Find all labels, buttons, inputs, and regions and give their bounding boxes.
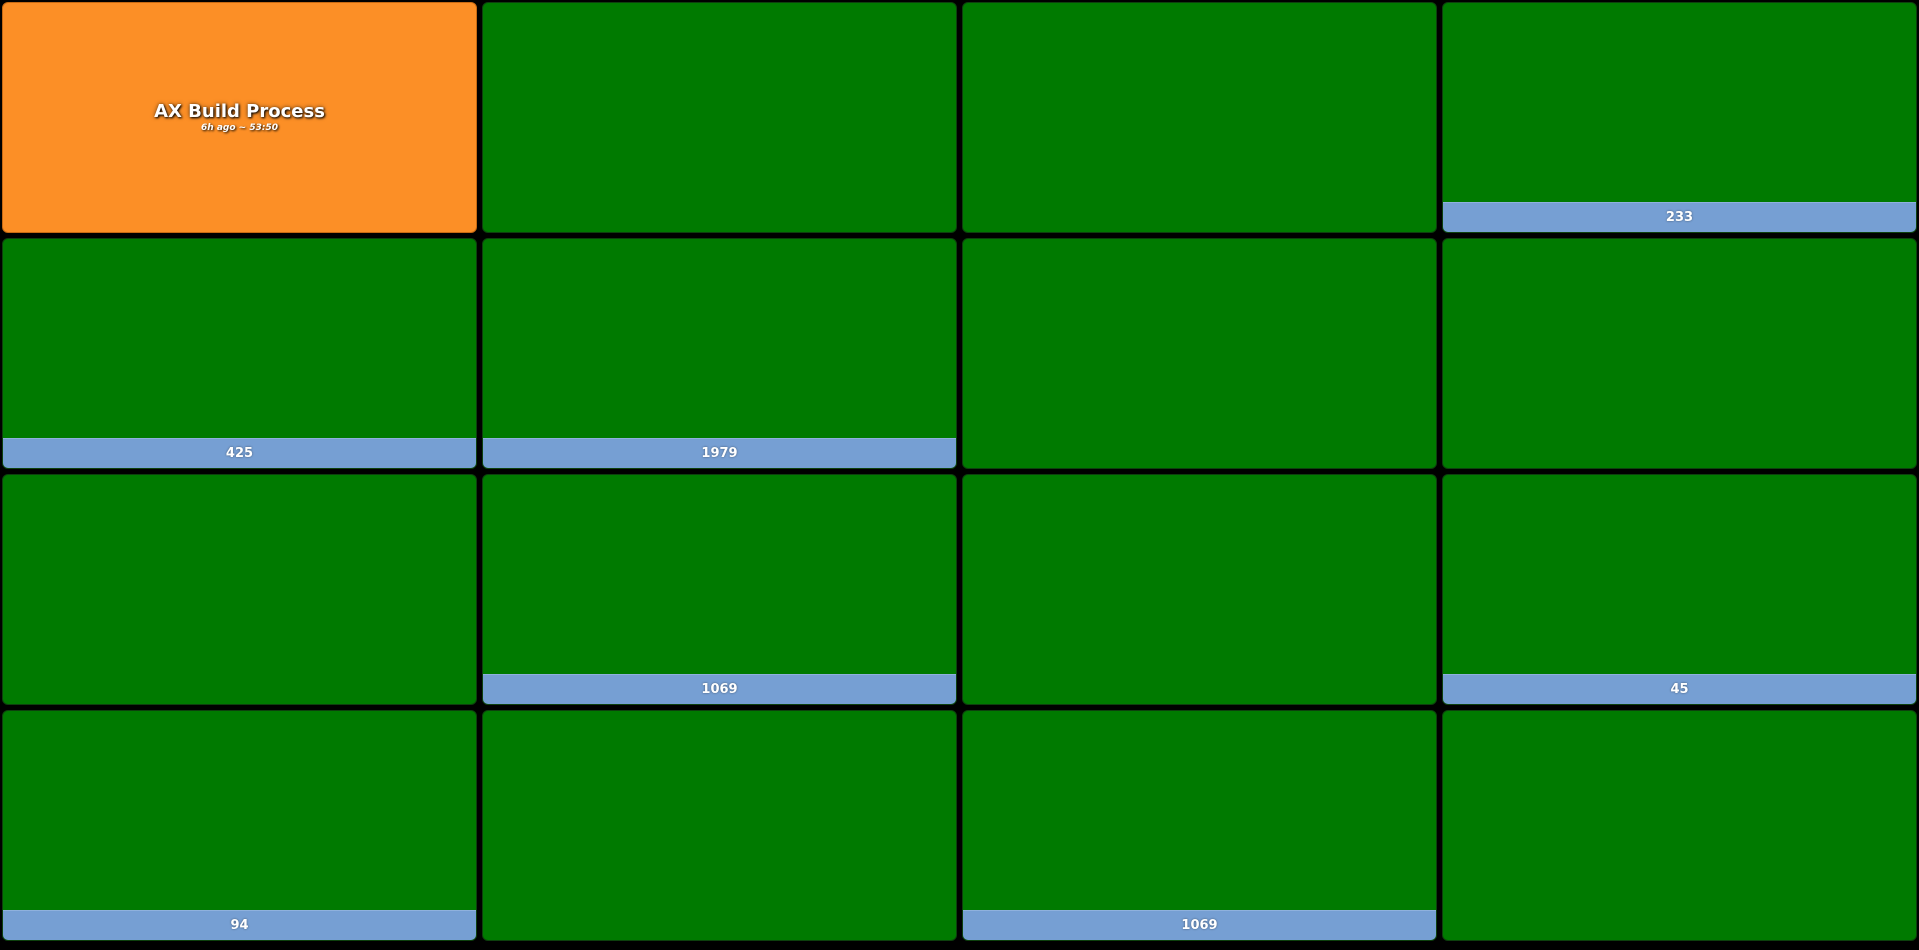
- build-tile[interactable]: AX Build Process 6h ago ~ 53:50: [2, 2, 477, 233]
- build-count-footer: 1069: [963, 910, 1436, 940]
- build-tile-text: [483, 475, 956, 674]
- build-tile[interactable]: 425: [2, 238, 477, 469]
- build-count-footer: 233: [1443, 202, 1916, 232]
- build-tile[interactable]: [962, 474, 1437, 705]
- build-title: AX Build Process: [154, 100, 325, 122]
- build-tile-text: [483, 239, 956, 438]
- build-tile-text: AX Build Process 6h ago ~ 53:50: [3, 3, 476, 232]
- build-tile[interactable]: [1442, 710, 1917, 941]
- build-tile-text: [963, 711, 1436, 910]
- build-tile[interactable]: 45: [1442, 474, 1917, 705]
- build-count-footer: 45: [1443, 674, 1916, 704]
- build-tile[interactable]: [962, 238, 1437, 469]
- build-tile-text: [1443, 711, 1916, 940]
- build-tile[interactable]: 1069: [482, 474, 957, 705]
- build-tile-text: [3, 239, 476, 438]
- build-subtitle: 6h ago ~ 53:50: [201, 122, 278, 133]
- build-tile-text: [3, 475, 476, 704]
- build-tile[interactable]: 94: [2, 710, 477, 941]
- build-tile[interactable]: [1442, 238, 1917, 469]
- build-tile[interactable]: 1069: [962, 710, 1437, 941]
- build-count-footer: 425: [3, 438, 476, 468]
- build-tile-text: [1443, 239, 1916, 468]
- build-tile-text: [963, 3, 1436, 232]
- build-tile-text: [3, 711, 476, 910]
- build-tile[interactable]: [962, 2, 1437, 233]
- build-tile[interactable]: 1979: [482, 238, 957, 469]
- build-tile[interactable]: [2, 474, 477, 705]
- build-tile[interactable]: [482, 710, 957, 941]
- build-count-footer: 1979: [483, 438, 956, 468]
- build-tile-text: [483, 3, 956, 232]
- build-count-footer: 94: [3, 910, 476, 940]
- build-tile-text: [963, 239, 1436, 468]
- build-status-grid: AX Build Process 6h ago ~ 53:50 233 425 1979…: [2, 2, 1917, 942]
- build-tile[interactable]: [482, 2, 957, 233]
- build-count-footer: 1069: [483, 674, 956, 704]
- build-tile-text: [1443, 475, 1916, 674]
- build-tile[interactable]: 233: [1442, 2, 1917, 233]
- build-tile-text: [483, 711, 956, 940]
- build-tile-text: [1443, 3, 1916, 202]
- build-tile-text: [963, 475, 1436, 704]
